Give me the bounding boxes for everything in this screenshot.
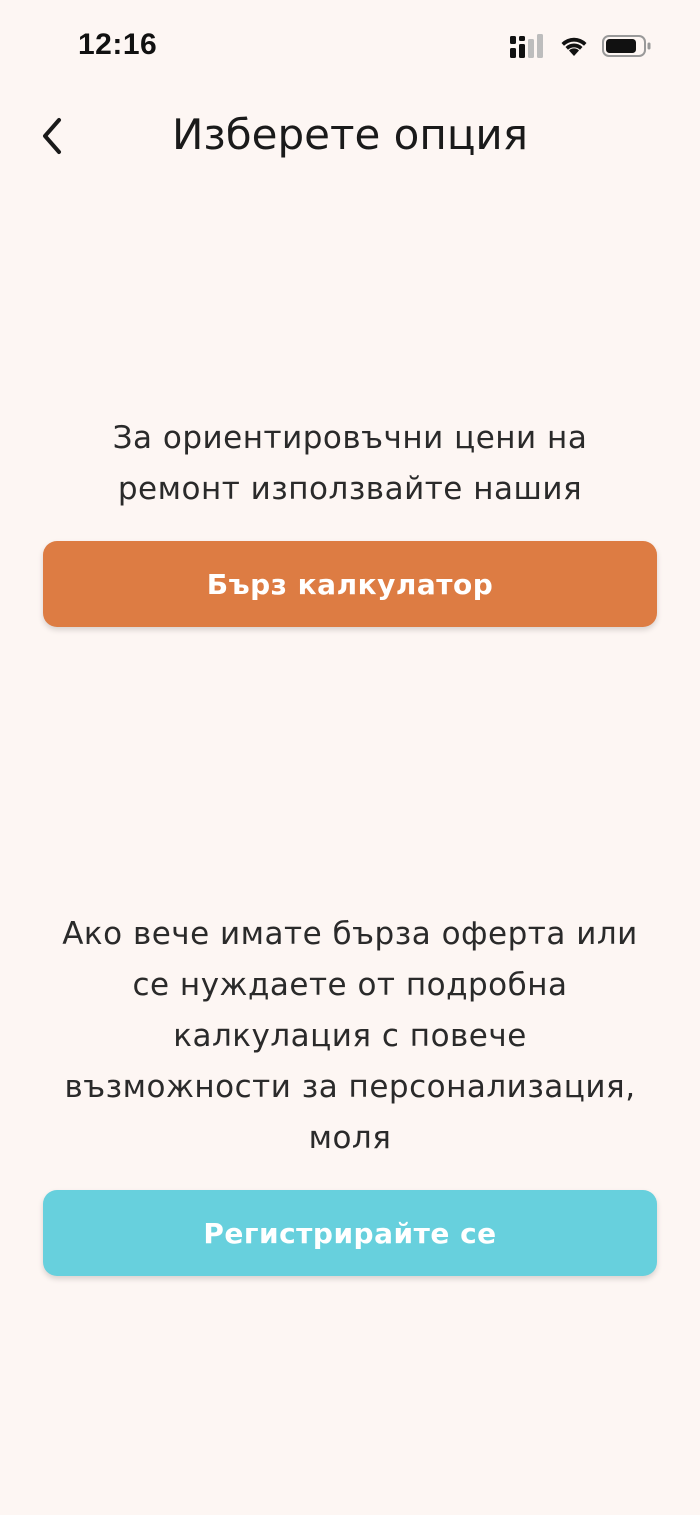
calculator-description: За ориентировъчни цени на ремонт използв…	[112, 420, 588, 507]
status-icons	[510, 34, 652, 58]
register-description: Ако вече имате бърза оферта или се нужда…	[62, 916, 638, 1156]
calculator-section: За ориентировъчни цени на ремонт използв…	[43, 413, 657, 627]
battery-icon	[602, 35, 651, 57]
header: Изберете опция	[0, 100, 700, 180]
status-time: 12:16	[78, 28, 158, 61]
quick-calculator-button[interactable]: Бърз калкулатор	[43, 541, 657, 627]
page-title: Изберете опция	[172, 110, 528, 159]
signal-icon	[510, 34, 543, 58]
register-section: Ако вече имате бърза оферта или се нужда…	[43, 909, 657, 1276]
status-bar: 12:16	[0, 0, 700, 95]
wifi-icon	[561, 37, 587, 56]
register-button[interactable]: Регистрирайте се	[43, 1190, 657, 1276]
